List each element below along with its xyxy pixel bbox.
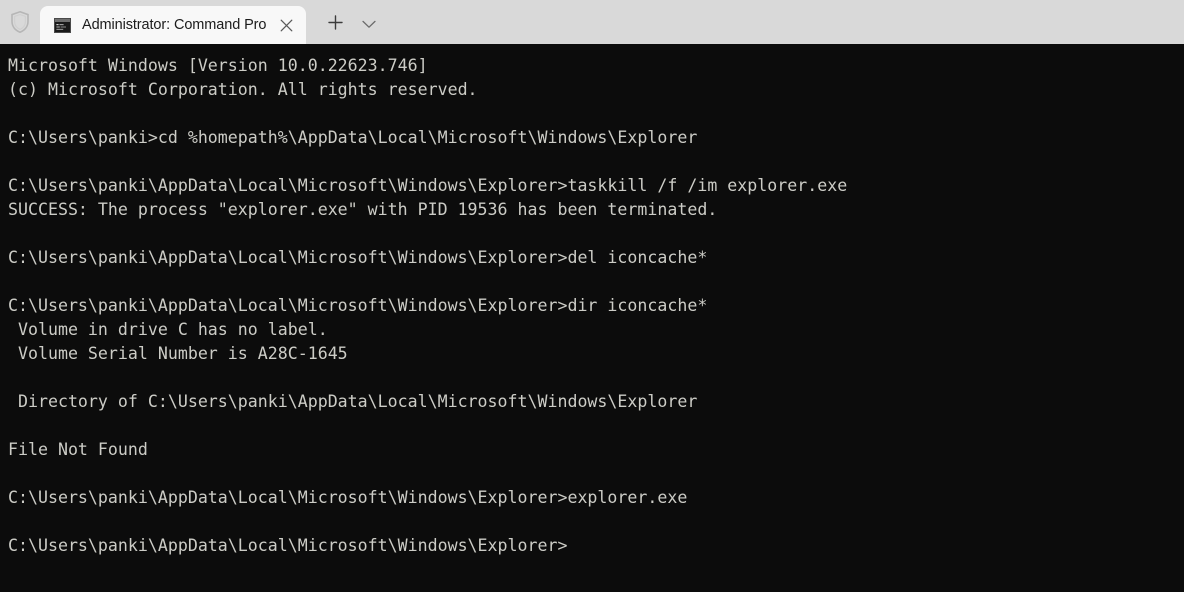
shield-icon — [0, 0, 40, 44]
terminal-text: Microsoft Windows [Version 10.0.22623.74… — [8, 56, 848, 555]
console-window-icon — [54, 17, 71, 33]
new-tab-button[interactable] — [318, 6, 352, 44]
chevron-down-icon — [362, 16, 377, 34]
plus-icon — [328, 15, 343, 35]
tab-title: Administrator: Command Pro — [82, 17, 267, 33]
close-icon[interactable] — [272, 11, 300, 39]
tab-dropdown-button[interactable] — [352, 6, 386, 44]
tab-administrator-command-prompt[interactable]: Administrator: Command Pro — [40, 6, 307, 44]
terminal-output-area[interactable]: Microsoft Windows [Version 10.0.22623.74… — [0, 44, 1184, 592]
title-bar: Administrator: Command Pro — [0, 0, 1184, 44]
